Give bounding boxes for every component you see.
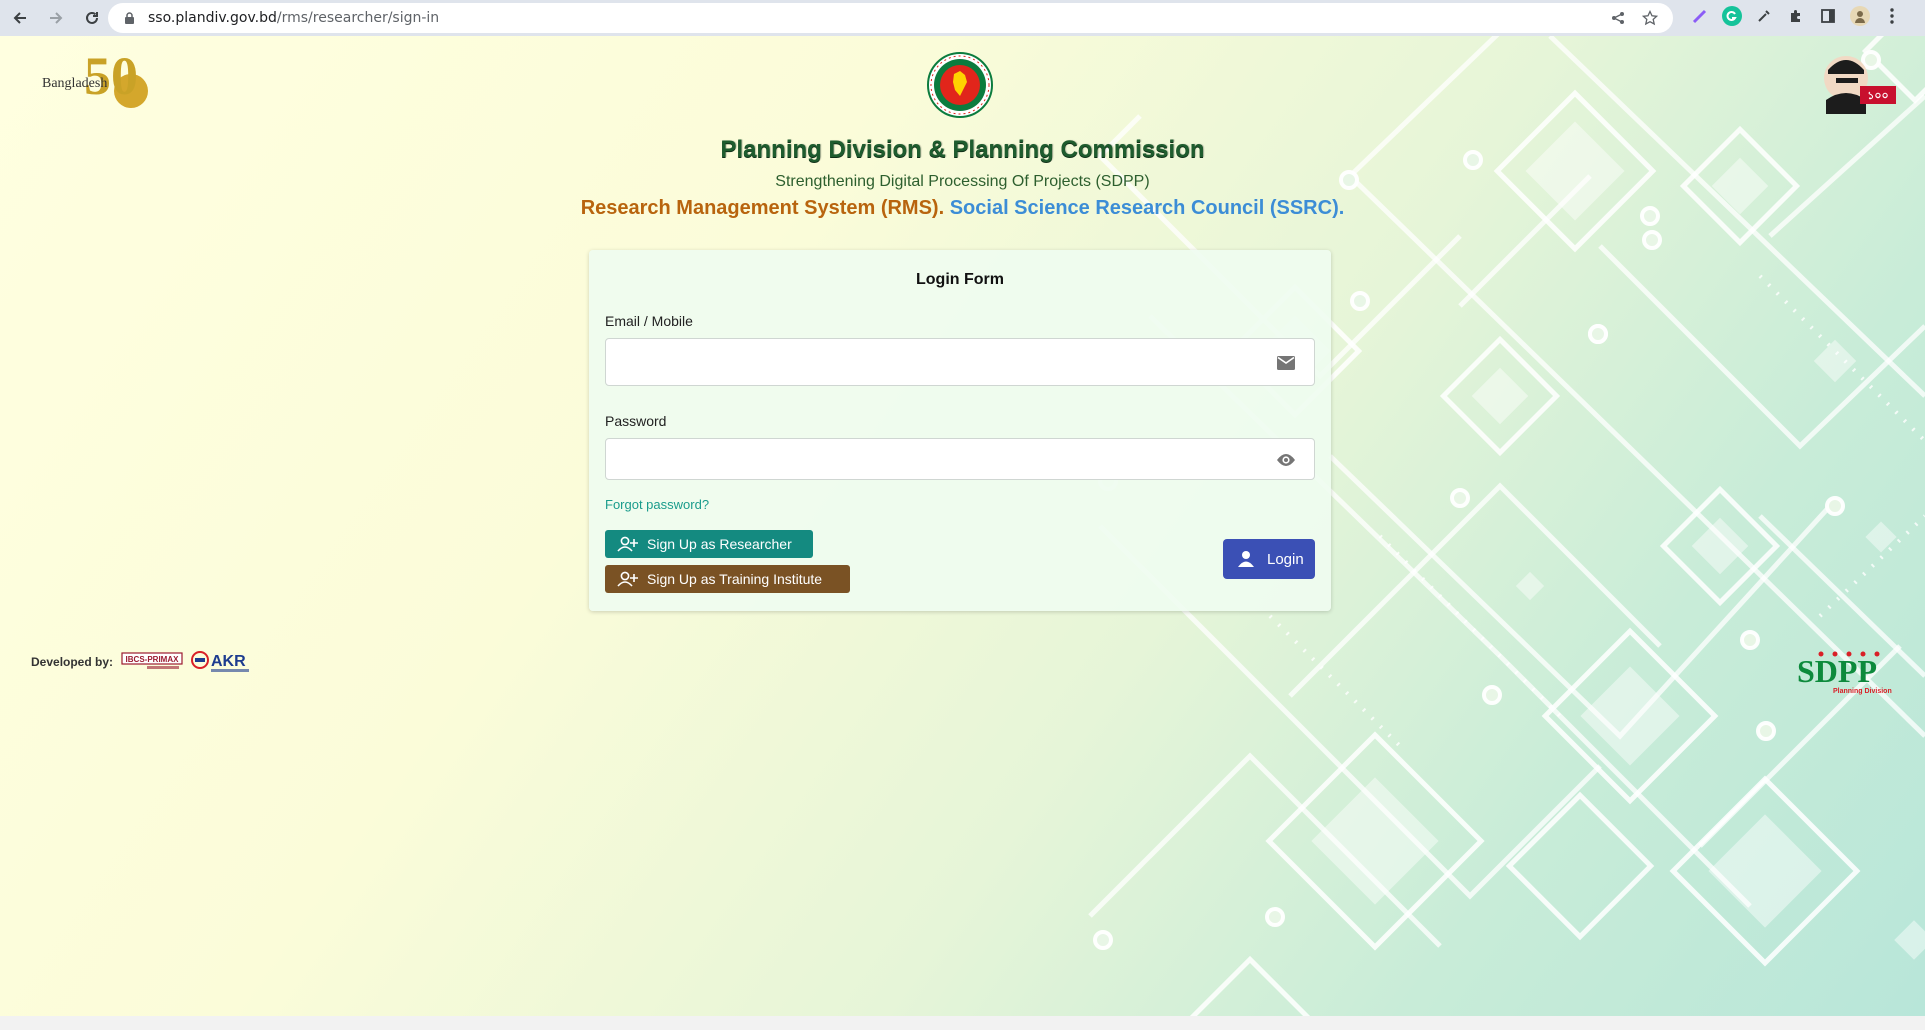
svg-text:১০০: ১০০ <box>1867 89 1888 102</box>
side-panel-icon[interactable] <box>1818 6 1838 26</box>
sdpp-logo: SDPP Planning Division <box>1797 651 1892 695</box>
address-bar[interactable]: sso.plandiv.gov.bd/rms/researcher/sign-i… <box>108 3 1673 33</box>
person-icon <box>1237 551 1259 567</box>
mujib-100-logo: ১০০ <box>1824 56 1896 114</box>
email-label: Email / Mobile <box>605 313 693 329</box>
bookmark-star-icon[interactable] <box>1641 9 1659 27</box>
logo-bangladesh-text: Bangladesh <box>42 76 108 91</box>
forward-arrow-icon <box>50 12 63 24</box>
reload-icon <box>86 11 98 24</box>
ibcs-primax-logo: IBCS-PRIMAX <box>121 652 183 669</box>
mail-icon <box>1276 353 1296 373</box>
window-bottom-edge <box>0 1016 1925 1030</box>
back-button[interactable] <box>4 2 36 34</box>
government-seal-logo <box>927 52 993 118</box>
signup-researcher-button[interactable]: Sign Up as Researcher <box>605 530 813 558</box>
grammarly-extension-icon[interactable] <box>1722 6 1742 26</box>
puzzle-extensions-icon[interactable] <box>1786 6 1806 26</box>
login-label: Login <box>1267 550 1304 568</box>
password-input[interactable] <box>606 439 1314 479</box>
signup-researcher-label: Sign Up as Researcher <box>647 536 792 552</box>
eyedropper-extension-icon[interactable] <box>1754 6 1774 26</box>
login-button[interactable]: Login <box>1223 539 1315 579</box>
email-mobile-input[interactable] <box>606 339 1314 385</box>
forward-button[interactable] <box>40 2 72 34</box>
system-title: Research Management System (RMS). Social… <box>0 197 1925 220</box>
sdpp-logo-subtext: Planning Division <box>1833 688 1892 695</box>
pen-extension-icon[interactable] <box>1690 6 1710 26</box>
person-add-icon <box>617 571 639 587</box>
profile-avatar-icon[interactable] <box>1850 6 1870 26</box>
forgot-password-link[interactable]: Forgot password? <box>605 497 709 512</box>
login-card: Login Form Email / Mobile Password Forgo… <box>589 250 1331 611</box>
browser-toolbar: sso.plandiv.gov.bd/rms/researcher/sign-i… <box>0 0 1925 36</box>
reload-button[interactable] <box>76 2 108 34</box>
ibcs-logo-text: IBCS-PRIMAX <box>126 655 180 664</box>
eye-icon[interactable] <box>1276 450 1296 470</box>
project-subtitle: Strengthening Digital Processing Of Proj… <box>775 173 1150 190</box>
back-arrow-icon <box>13 12 26 24</box>
password-field-wrapper <box>605 438 1315 480</box>
akr-technology-logo: AKR <box>191 651 250 672</box>
developed-by-label: Developed by: <box>31 655 114 669</box>
person-add-icon <box>617 536 639 552</box>
rms-title: Research Management System (RMS). <box>580 197 945 219</box>
browser-menu-icon[interactable] <box>1882 6 1902 26</box>
share-icon[interactable] <box>1609 9 1627 27</box>
email-field-wrapper <box>605 338 1315 386</box>
lock-icon <box>122 11 136 25</box>
url-host: sso.plandiv.gov.bd <box>148 10 277 26</box>
signup-institute-label: Sign Up as Training Institute <box>647 571 823 587</box>
akr-logo-text: AKR <box>211 653 246 670</box>
bangladesh-50-logo: 50 Bangladesh <box>40 46 148 116</box>
org-title: Planning Division & Planning Commission <box>720 136 1205 163</box>
developed-by-footer: Developed by: IBCS-PRIMAX AKR <box>31 650 251 674</box>
ssrc-title: Social Science Research Council (SSRC). <box>949 197 1345 219</box>
url-path: /rms/researcher/sign-in <box>276 10 440 26</box>
signup-institute-button[interactable]: Sign Up as Training Institute <box>605 565 850 593</box>
url-text: sso.plandiv.gov.bd/rms/researcher/sign-i… <box>148 10 439 26</box>
password-label: Password <box>605 413 667 429</box>
login-form-title: Login Form <box>916 271 1004 288</box>
sign-in-page: 50 Bangladesh ১০০ Planning Division & Pl… <box>0 36 1925 1016</box>
sdpp-logo-text: SDPP <box>1797 653 1877 689</box>
